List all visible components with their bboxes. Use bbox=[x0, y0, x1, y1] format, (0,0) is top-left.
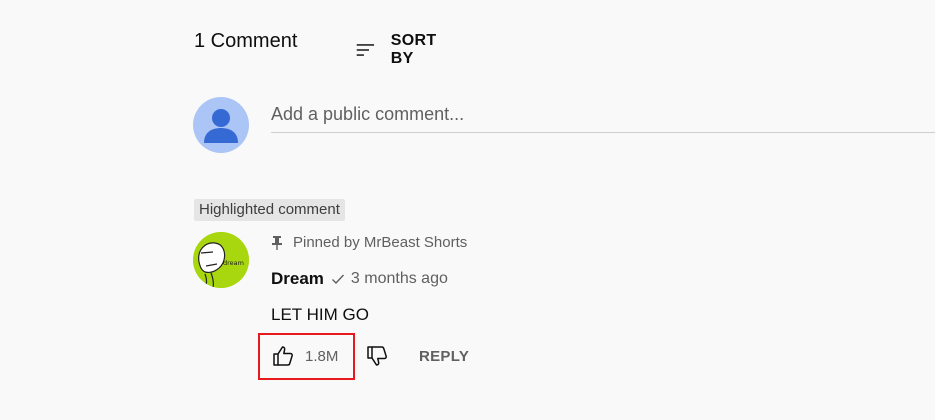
svg-text:dream: dream bbox=[223, 259, 244, 267]
pinned-indicator: Pinned by MrBeast Shorts bbox=[271, 234, 467, 251]
reply-button[interactable]: REPLY bbox=[419, 348, 469, 365]
like-count: 1.8M bbox=[305, 347, 339, 365]
comments-header: 1 Comment SORT BY bbox=[194, 30, 436, 67]
dream-logo-icon: dream bbox=[193, 232, 249, 288]
sort-by-button[interactable]: SORT BY bbox=[356, 32, 444, 68]
comment-author-avatar[interactable]: dream bbox=[193, 232, 249, 288]
verified-check-icon bbox=[331, 274, 344, 285]
add-comment-input[interactable] bbox=[271, 96, 935, 133]
pinned-label: Pinned by MrBeast Shorts bbox=[293, 234, 468, 251]
comment-author-row: Dream 3 months ago bbox=[271, 269, 448, 289]
sort-icon bbox=[356, 44, 375, 56]
thumbs-down-icon[interactable] bbox=[365, 344, 389, 368]
comment-action-bar: 1.8M REPLY bbox=[271, 343, 469, 369]
user-silhouette-icon bbox=[204, 109, 238, 143]
comments-section: 1 Comment SORT BY Highlighted comment dr… bbox=[0, 0, 935, 420]
highlighted-comment-badge: Highlighted comment bbox=[194, 199, 345, 221]
sort-by-label: SORT BY bbox=[390, 32, 437, 67]
current-user-avatar bbox=[193, 97, 249, 153]
comment-body: LET HIM GO bbox=[271, 305, 369, 324]
comment-author-name[interactable]: Dream bbox=[271, 269, 324, 289]
thumbs-up-icon[interactable] bbox=[271, 344, 295, 368]
comment-timestamp[interactable]: 3 months ago bbox=[351, 270, 448, 288]
pin-icon bbox=[272, 235, 282, 250]
comment-count: 1 Comment bbox=[194, 30, 298, 52]
